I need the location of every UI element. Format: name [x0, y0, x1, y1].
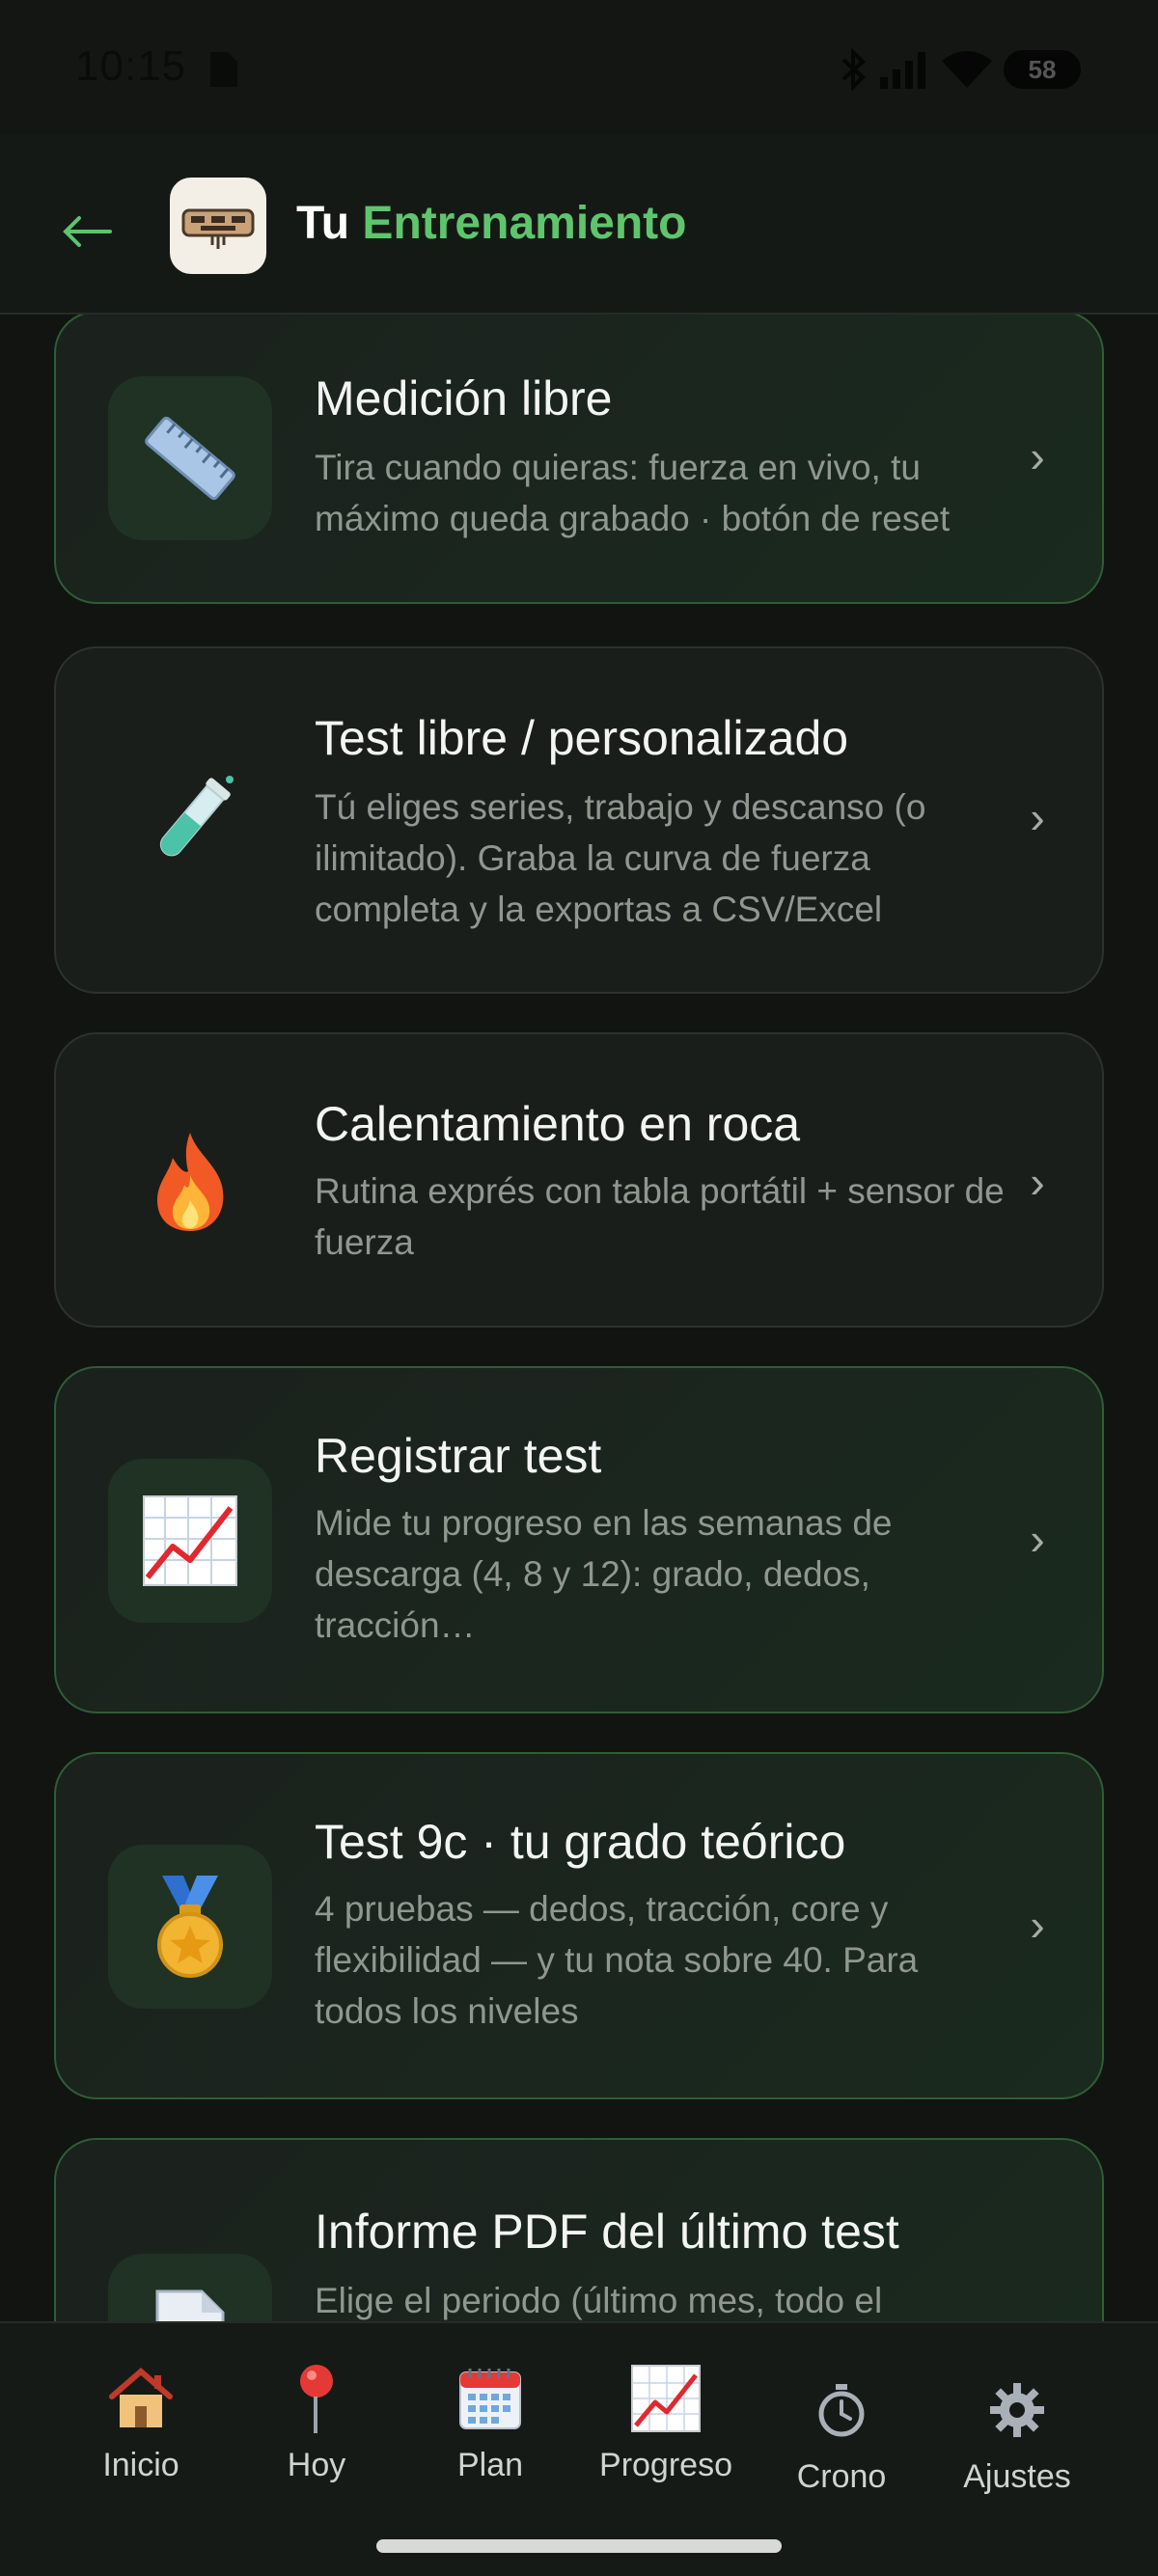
ruler-icon — [145, 416, 235, 501]
card-icon-box — [108, 2254, 272, 2321]
nav-hoy[interactable]: Hoy — [230, 2360, 403, 2484]
card-test-9c[interactable]: Test 9c · tu grado teórico 4 pruebas — d… — [54, 1752, 1104, 2099]
app-header: Tu Entrenamiento — [0, 135, 1158, 315]
chart-up-icon — [579, 2360, 753, 2437]
card-title: Calentamiento en roca — [315, 1097, 801, 1151]
battery-level: 58 — [1028, 54, 1057, 84]
fire-icon — [157, 1133, 224, 1231]
card-informe-pdf[interactable]: Informe PDF del último test Elige el per… — [54, 2138, 1104, 2321]
bluetooth-icon — [841, 48, 866, 91]
chevron-right-icon: › — [1030, 1900, 1045, 1950]
chevron-right-icon: › — [1030, 792, 1045, 842]
card-medicion-libre[interactable]: Medición libre Tira cuando quieras: fuer… — [54, 315, 1104, 604]
card-description: Mide tu progreso en las semanas de desca… — [315, 1503, 893, 1645]
nav-ajustes[interactable]: Ajustes — [930, 2371, 1104, 2496]
home-indicator[interactable] — [376, 2539, 782, 2553]
title-prefix: Tu — [296, 198, 350, 249]
pin-icon — [230, 2360, 403, 2437]
document-icon — [155, 2289, 225, 2321]
sim-icon — [210, 52, 237, 87]
chevron-right-icon: › — [1030, 431, 1045, 481]
status-bar: 10:15 58 — [0, 0, 1158, 135]
card-title: Test libre / personalizado — [315, 711, 849, 765]
chevron-right-icon: › — [1030, 1157, 1045, 1207]
card-icon-box — [108, 1100, 272, 1264]
back-button[interactable] — [58, 203, 125, 260]
page-title: Tu Entrenamiento — [296, 197, 686, 250]
card-description: 4 pruebas — dedos, tracción, core y flex… — [315, 1889, 919, 2031]
card-title: Informe PDF del último test — [315, 2205, 899, 2259]
chevron-right-icon: › — [1030, 1514, 1045, 1564]
card-icon-box — [108, 1845, 272, 2009]
battery-indicator: 58 — [1004, 50, 1081, 89]
nav-plan[interactable]: Plan — [403, 2360, 577, 2484]
medal-icon — [157, 1876, 223, 1978]
card-description: Elige el periodo (último mes, todo el — [315, 2281, 883, 2320]
chart-up-icon — [143, 1495, 237, 1586]
nav-label: Hoy — [287, 2447, 346, 2483]
nav-label: Inicio — [102, 2447, 179, 2483]
wifi-icon — [942, 51, 992, 88]
nav-crono[interactable]: Crono — [755, 2371, 928, 2496]
nav-label: Plan — [456, 2447, 524, 2483]
card-description: Rutina exprés con tabla portátil + senso… — [315, 1171, 1005, 1262]
back-arrow-icon — [63, 216, 112, 247]
nav-label: Progreso — [599, 2447, 732, 2483]
test-tube-icon — [159, 776, 234, 857]
bottom-navigation: Inicio Hoy Plan Progreso Crono Ajustes — [0, 2321, 1158, 2576]
card-icon-box — [108, 739, 272, 903]
status-icons: 58 — [840, 48, 1081, 91]
calendar-icon — [403, 2360, 577, 2437]
nav-label: Crono — [796, 2458, 887, 2495]
title-accent: Entrenamiento — [362, 198, 687, 249]
card-calentamiento-roca[interactable]: Calentamiento en roca Rutina exprés con … — [54, 1032, 1104, 1328]
nav-label: Ajustes — [963, 2458, 1071, 2495]
card-description: Tira cuando quieras: fuerza en vivo, tu … — [315, 448, 951, 538]
card-description: Tú eliges series, trabajo y descanso (o … — [315, 787, 926, 929]
training-list[interactable]: Medición libre Tira cuando quieras: fuer… — [0, 315, 1158, 2321]
stopwatch-icon — [755, 2371, 928, 2449]
card-test-libre[interactable]: Test libre / personalizado Tú eliges ser… — [54, 646, 1104, 994]
card-title: Registrar test — [315, 1429, 602, 1483]
card-icon-box — [108, 1459, 272, 1623]
house-icon — [54, 2360, 228, 2437]
app-logo — [170, 178, 266, 274]
card-icon-box — [108, 376, 272, 540]
nav-progreso[interactable]: Progreso — [579, 2360, 753, 2484]
hangboard-logo-icon — [181, 208, 255, 249]
status-time: 10:15 — [75, 42, 187, 90]
signal-icon — [880, 52, 925, 89]
card-title: Test 9c · tu grado teórico — [315, 1815, 846, 1869]
nav-inicio[interactable]: Inicio — [54, 2360, 228, 2484]
card-registrar-test[interactable]: Registrar test Mide tu progreso en las s… — [54, 1366, 1104, 1713]
gear-icon — [930, 2371, 1104, 2449]
card-title: Medición libre — [315, 371, 613, 425]
